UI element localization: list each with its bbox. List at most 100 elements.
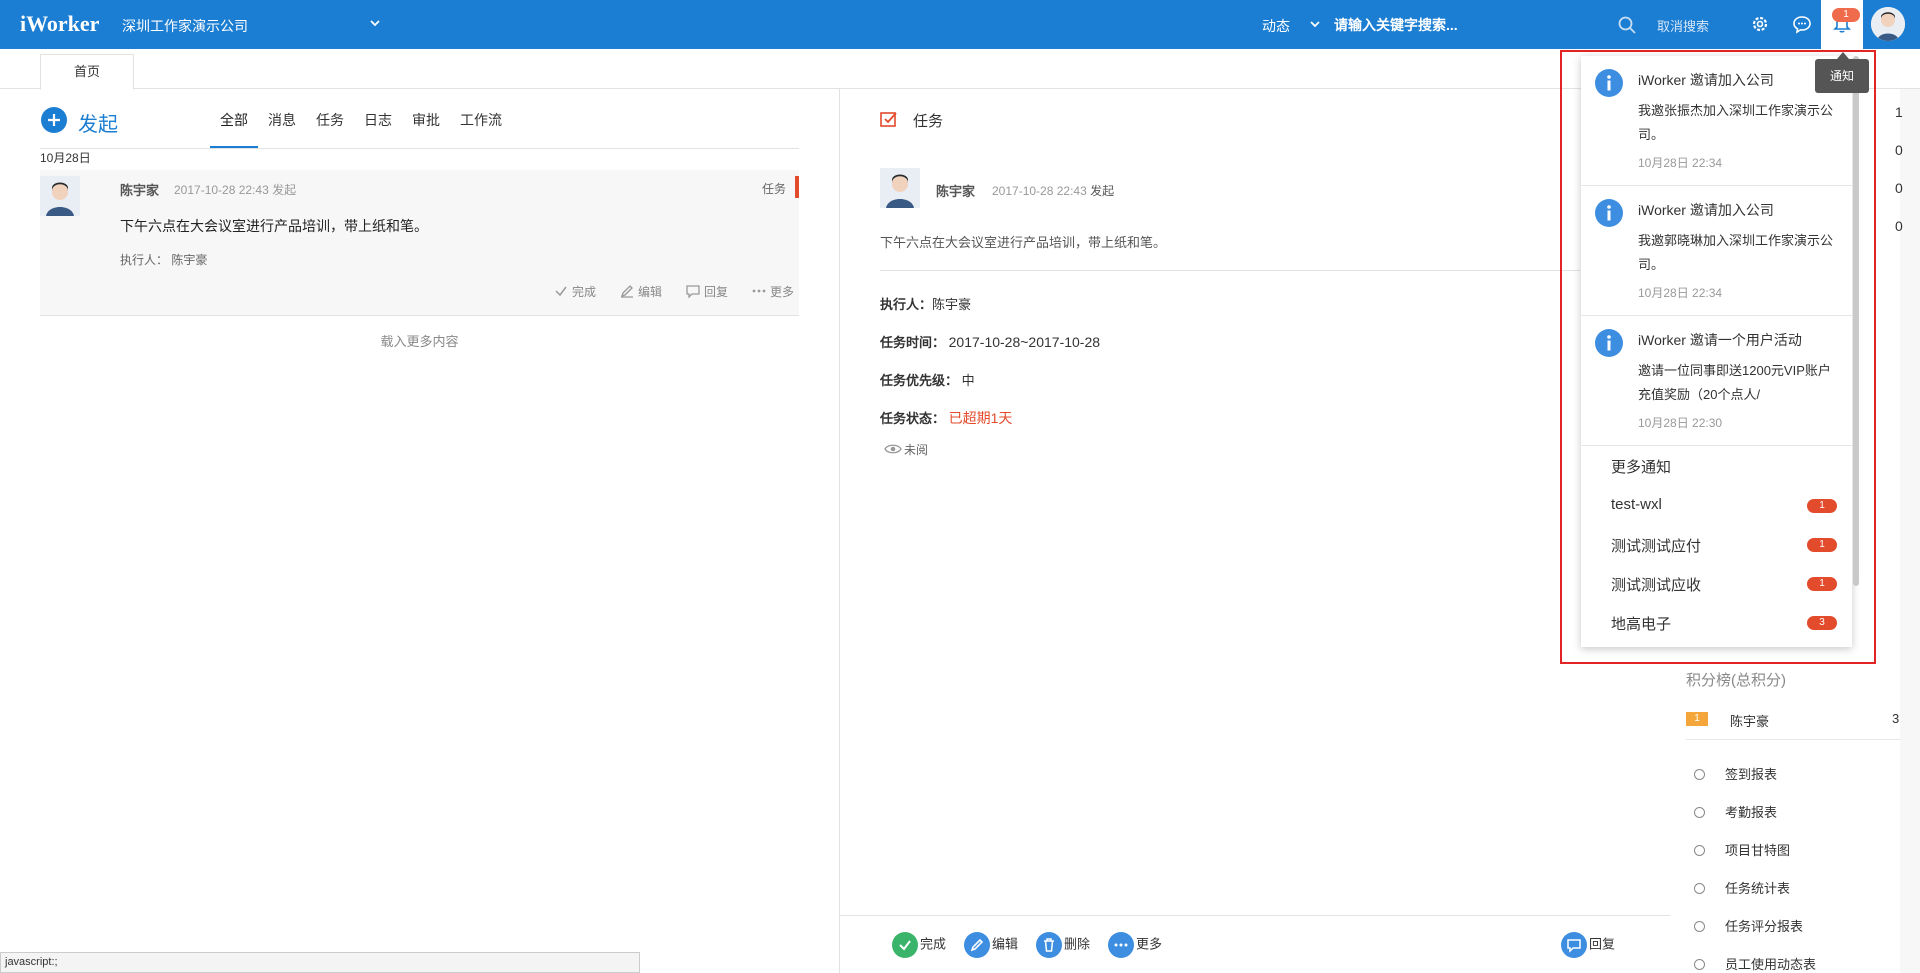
report-label: 项目甘特图: [1725, 843, 1791, 858]
detail-assignee-row: 执行人：陈宇豪: [880, 294, 971, 313]
report-link[interactable]: 项目甘特图: [1694, 840, 1790, 859]
detail-time-value: 2017-10-28 22:43: [992, 184, 1087, 198]
filter-tab-logs[interactable]: 日志: [364, 110, 392, 130]
filter-tab-tasks[interactable]: 任务: [316, 110, 344, 130]
filter-tab-approvals[interactable]: 审批: [412, 110, 440, 130]
feed-content[interactable]: 下午六点在大会议室进行产品培训，带上纸和笔。: [120, 216, 428, 236]
time-value: 2017-10-28~2017-10-28: [948, 334, 1101, 350]
assignee-value: 陈宇豪: [932, 297, 972, 312]
app-logo[interactable]: iWorker: [20, 11, 99, 37]
priority-label: 任务优先级：: [880, 373, 959, 388]
search-icon[interactable]: [1617, 15, 1637, 35]
load-more-button[interactable]: 载入更多内容: [40, 331, 799, 350]
more-button[interactable]: 更多: [752, 283, 794, 300]
chat-icon[interactable]: [1792, 14, 1812, 34]
chevron-down-icon[interactable]: [1308, 17, 1322, 31]
leaderboard-row[interactable]: 1 陈宇豪 3: [1686, 700, 1900, 740]
circle-icon: [1694, 921, 1705, 932]
check-icon: [555, 286, 567, 297]
report-label: 任务评分报表: [1725, 919, 1804, 934]
rank-name: 陈宇豪: [1730, 714, 1770, 729]
more-button[interactable]: 更多: [1108, 932, 1162, 958]
report-link[interactable]: 员工使用动态表: [1694, 954, 1816, 973]
cancel-search-button[interactable]: 取消搜索: [1657, 16, 1709, 35]
edit-button[interactable]: 编辑: [620, 283, 662, 300]
notification-tooltip: 通知: [1815, 59, 1869, 93]
more-dots-icon: [1108, 932, 1134, 958]
feed-timestamp: 2017-10-28 22:43 发起: [174, 183, 297, 197]
user-avatar[interactable]: [1871, 7, 1905, 41]
divider: [880, 270, 1580, 271]
leaderboard-title: 积分榜(总积分): [1686, 672, 1786, 689]
priority-value: 中: [961, 373, 975, 388]
detail-initiated-label: 发起: [1090, 184, 1115, 198]
feed-type-label: 任务: [762, 182, 787, 196]
complete-label: 完成: [572, 285, 597, 299]
stat-count[interactable]: 1: [1895, 104, 1903, 120]
report-label: 签到报表: [1725, 767, 1778, 782]
circle-icon: [1694, 959, 1705, 970]
compose-label: 发起: [78, 114, 118, 136]
stat-count[interactable]: 0: [1895, 218, 1903, 234]
edit-button[interactable]: 编辑: [964, 932, 1018, 958]
chevron-down-icon[interactable]: [368, 16, 382, 30]
search-input[interactable]: [1334, 12, 1604, 38]
report-link[interactable]: 签到报表: [1694, 764, 1777, 783]
reply-button[interactable]: 回复: [1561, 932, 1615, 958]
circle-icon: [1694, 807, 1705, 818]
panel-divider: [839, 89, 840, 973]
author-name[interactable]: 陈宇家: [120, 180, 159, 199]
tab-home[interactable]: 首页: [40, 54, 134, 90]
complete-button[interactable]: 完成: [554, 283, 596, 300]
filter-tab-all[interactable]: 全部: [220, 110, 248, 130]
circle-icon: [1694, 883, 1705, 894]
delete-button[interactable]: 删除: [1036, 932, 1090, 958]
detail-author-name[interactable]: 陈宇家: [936, 181, 975, 200]
assignee-label: 执行人：: [880, 297, 933, 312]
detail-title: 任务: [913, 113, 944, 130]
time-label: 任务时间：: [880, 335, 946, 350]
detail-time-row: 任务时间： 2017-10-28~2017-10-28: [880, 332, 1100, 351]
author-avatar[interactable]: [40, 176, 80, 216]
unread-label: 未阅: [904, 443, 929, 457]
feed-assignee: 执行人： 陈宇豪: [120, 253, 208, 267]
search-scope-selector[interactable]: 动态: [1262, 16, 1290, 36]
status-value: 已超期1天: [948, 410, 1013, 426]
gear-icon[interactable]: [1750, 14, 1770, 34]
detail-status-row: 任务状态： 已超期1天: [880, 408, 1012, 428]
avatar-icon: [1871, 7, 1905, 41]
complete-button[interactable]: 完成: [892, 932, 946, 958]
feed-item[interactable]: 陈宇家 2017-10-28 22:43 发起 任务 下午六点在大会议室进行产品…: [40, 170, 799, 316]
status-label: 任务状态：: [880, 411, 946, 426]
avatar-icon: [880, 168, 920, 208]
edit-label: 编辑: [992, 936, 1019, 952]
comment-icon: [1561, 932, 1587, 958]
filter-tab-messages[interactable]: 消息: [268, 110, 296, 130]
pencil-icon: [964, 932, 990, 958]
feed-type-marker: [795, 176, 799, 198]
top-header: iWorker 深圳工作家演示公司 动态 取消搜索 1: [0, 0, 1920, 49]
report-link[interactable]: 任务统计表: [1694, 878, 1790, 897]
reply-label: 回复: [704, 285, 729, 299]
reply-label: 回复: [1589, 936, 1616, 952]
filter-tab-workflow[interactable]: 工作流: [460, 110, 502, 130]
eye-icon: [884, 444, 902, 454]
detail-content: 下午六点在大会议室进行产品培训，带上纸和笔。: [880, 235, 1167, 250]
avatar-icon: [40, 176, 80, 216]
report-label: 考勤报表: [1725, 805, 1778, 820]
unread-indicator[interactable]: 未阅: [884, 441, 928, 458]
report-link[interactable]: 考勤报表: [1694, 802, 1777, 821]
edit-label: 编辑: [638, 285, 663, 299]
report-link[interactable]: 任务评分报表: [1694, 916, 1803, 935]
author-avatar[interactable]: [880, 168, 920, 208]
more-label: 更多: [770, 285, 795, 299]
pencil-icon: [620, 285, 633, 298]
check-icon: [892, 932, 918, 958]
detail-timestamp: 2017-10-28 22:43 发起: [992, 182, 1114, 199]
company-selector[interactable]: 深圳工作家演示公司: [122, 16, 248, 36]
more-label: 更多: [1136, 936, 1163, 952]
reply-button[interactable]: 回复: [686, 283, 728, 300]
stat-count[interactable]: 0: [1895, 142, 1903, 158]
stat-count[interactable]: 0: [1895, 180, 1903, 196]
circle-icon: [1694, 845, 1705, 856]
